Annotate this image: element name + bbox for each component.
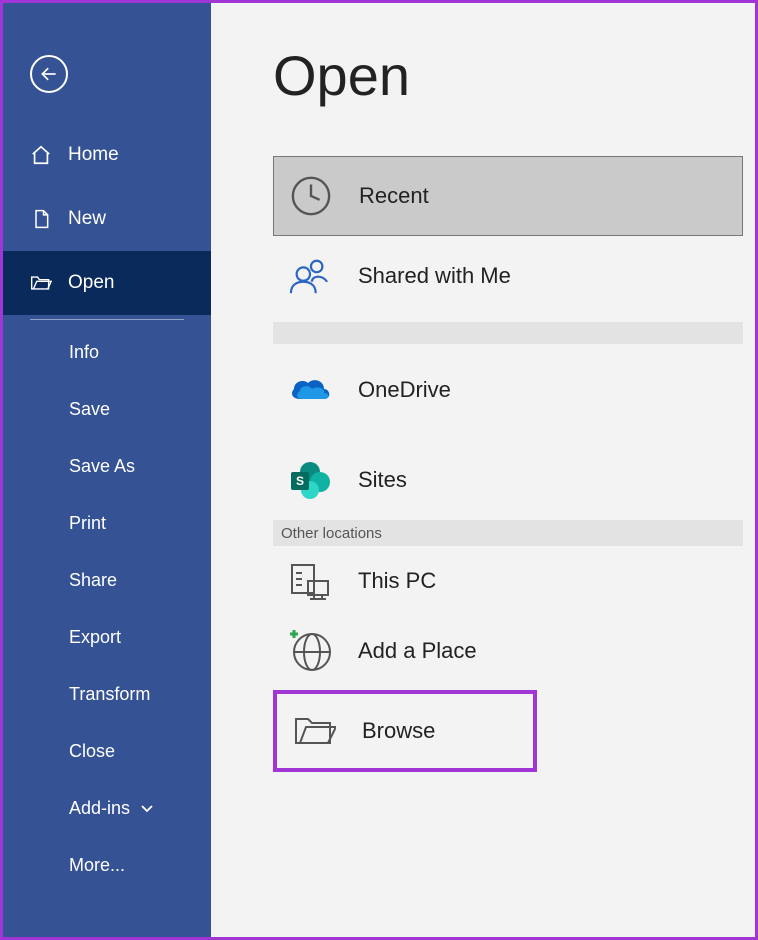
location-recent[interactable]: Recent <box>273 156 743 236</box>
location-add-place[interactable]: Add a Place <box>273 616 743 686</box>
sidebar-item-close[interactable]: Close <box>3 723 211 780</box>
sidebar-item-label: Open <box>68 272 114 294</box>
people-icon <box>288 254 332 298</box>
location-label: OneDrive <box>358 377 451 403</box>
sidebar-item-print[interactable]: Print <box>3 495 211 552</box>
other-locations-header: Other locations <box>273 520 743 546</box>
clock-icon <box>289 174 333 218</box>
sidebar-item-home[interactable]: Home <box>3 123 211 187</box>
add-place-icon <box>288 629 332 673</box>
location-label: Sites <box>358 467 407 493</box>
sidebar-item-label: Home <box>68 144 119 166</box>
sidebar-item-new[interactable]: New <box>3 187 211 251</box>
sharepoint-icon: S <box>288 458 332 502</box>
location-label: Browse <box>362 718 435 744</box>
back-button[interactable] <box>30 55 68 93</box>
location-label: This PC <box>358 568 436 594</box>
location-sites[interactable]: S Sites <box>273 440 743 520</box>
sidebar-item-transform[interactable]: Transform <box>3 666 211 723</box>
location-label: Shared with Me <box>358 263 511 289</box>
sidebar-item-more[interactable]: More... <box>3 837 211 894</box>
sidebar-item-info[interactable]: Info <box>3 324 211 381</box>
home-icon <box>30 144 52 166</box>
sidebar-item-save[interactable]: Save <box>3 381 211 438</box>
arrow-left-icon <box>39 64 59 84</box>
location-shared[interactable]: Shared with Me <box>273 236 743 316</box>
page-title: Open <box>273 43 743 108</box>
location-onedrive[interactable]: OneDrive <box>273 350 743 430</box>
section-divider <box>273 322 743 344</box>
sidebar-item-export[interactable]: Export <box>3 609 211 666</box>
chevron-down-icon <box>141 804 153 814</box>
location-label: Add a Place <box>358 638 477 664</box>
browse-highlight: Browse <box>273 690 537 772</box>
sidebar-item-label: New <box>68 208 106 230</box>
open-folder-icon <box>30 272 52 294</box>
svg-text:S: S <box>296 474 304 488</box>
onedrive-icon <box>288 368 332 412</box>
this-pc-icon <box>288 559 332 603</box>
location-this-pc[interactable]: This PC <box>273 546 743 616</box>
sidebar-divider <box>30 319 184 320</box>
new-document-icon <box>30 208 52 230</box>
sidebar-item-open[interactable]: Open <box>3 251 211 315</box>
sidebar-item-share[interactable]: Share <box>3 552 211 609</box>
open-panel: Open Recent Shared with Me <box>211 3 755 937</box>
sidebar-item-save-as[interactable]: Save As <box>3 438 211 495</box>
sidebar-item-addins[interactable]: Add-ins <box>3 780 211 837</box>
location-label: Recent <box>359 183 429 209</box>
backstage-sidebar: Home New Open Info Save Save As Print Sh… <box>3 3 211 937</box>
folder-open-icon <box>292 709 336 753</box>
location-browse[interactable]: Browse <box>277 694 533 768</box>
